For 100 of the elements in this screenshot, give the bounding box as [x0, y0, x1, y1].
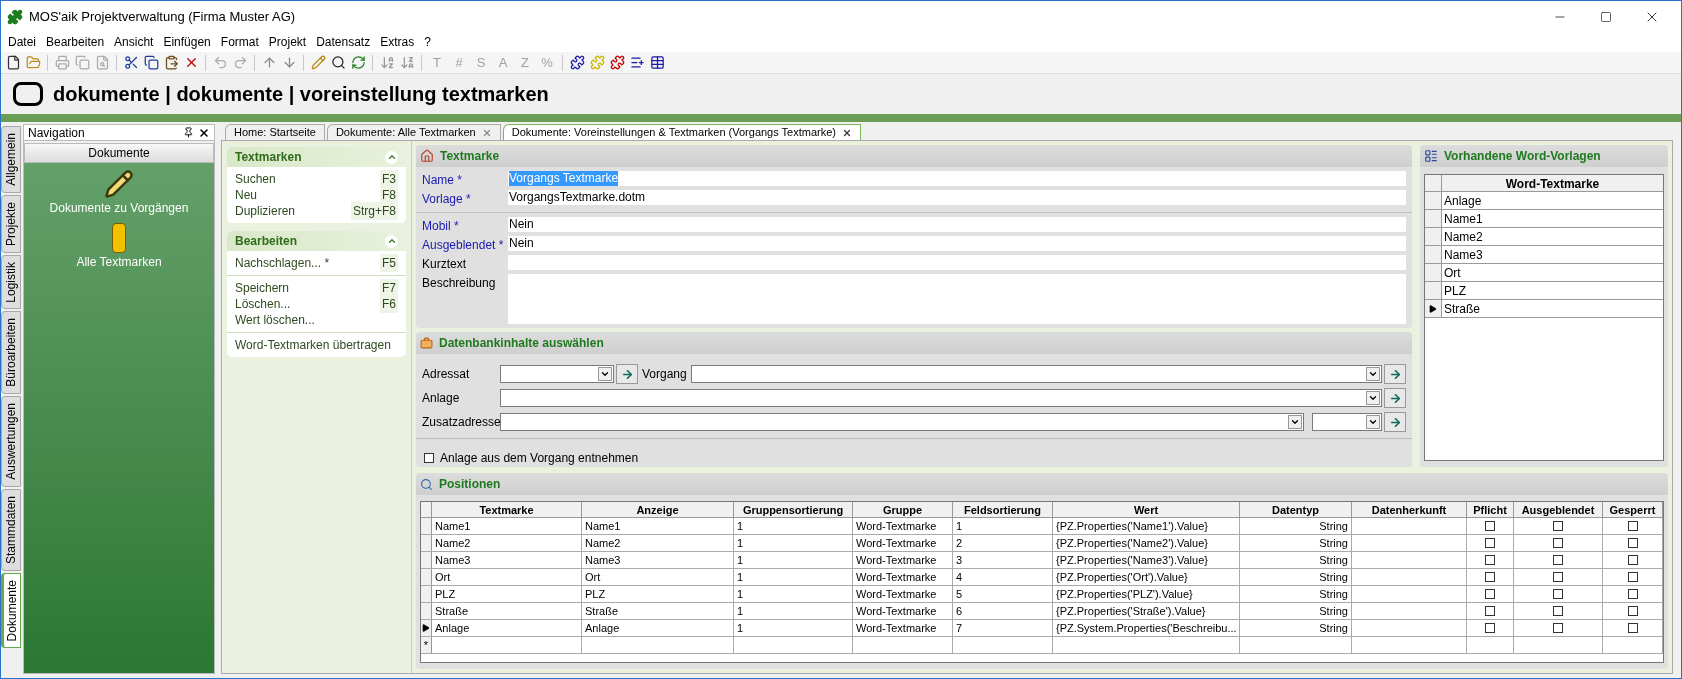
- dropdown-field[interactable]: [500, 389, 1382, 407]
- go-button[interactable]: [1384, 388, 1406, 408]
- table-cell: 1: [734, 535, 853, 551]
- task-link[interactable]: Word-Textmarken übertragen: [235, 336, 391, 354]
- checkbox[interactable]: [1485, 538, 1495, 548]
- table-cell: 7: [953, 620, 1053, 636]
- checkbox[interactable]: [1485, 572, 1495, 582]
- menu-item[interactable]: Projekt: [263, 33, 312, 51]
- field-label: Vorlage *: [422, 191, 472, 208]
- checkbox-label: Anlage aus dem Vorgang entnehmen: [440, 450, 639, 467]
- collapse-icon[interactable]: [385, 150, 398, 164]
- checkbox[interactable]: [1485, 589, 1495, 599]
- dropdown-field[interactable]: [500, 413, 1304, 431]
- table-cell: 5: [953, 586, 1053, 602]
- table-cell: 1: [734, 518, 853, 534]
- task-link[interactable]: Speichern: [235, 279, 290, 297]
- table-cell[interactable]: Name3: [1442, 246, 1485, 263]
- header-logo-icon: [13, 82, 43, 106]
- pencil-note-icon: [104, 169, 134, 199]
- side-tab[interactable]: Projekte: [1, 194, 21, 253]
- menu-item[interactable]: Datensatz: [311, 33, 376, 51]
- table-cell[interactable]: Name1: [1442, 210, 1485, 227]
- checkbox[interactable]: [1627, 589, 1638, 599]
- checkbox[interactable]: [1627, 623, 1638, 633]
- table-cell: Name2: [432, 535, 582, 551]
- table-cell: Word-Textmarke: [853, 586, 953, 602]
- checkbox[interactable]: [1553, 606, 1563, 616]
- checkbox[interactable]: [1485, 555, 1495, 565]
- briefcase-icon: [420, 336, 433, 350]
- text-field[interactable]: [508, 274, 1406, 324]
- text-field[interactable]: VorgangsTextmarke.dotm: [508, 190, 1406, 205]
- task-link[interactable]: Nachschlagen... *: [235, 254, 330, 272]
- close-icon[interactable]: [198, 126, 210, 139]
- house-icon: [420, 149, 434, 163]
- field-label: Ausgeblendet *: [422, 237, 505, 254]
- menu-item[interactable]: Format: [215, 33, 264, 51]
- table-cell[interactable]: PLZ: [1442, 282, 1468, 299]
- checkbox[interactable]: [1627, 521, 1638, 531]
- go-button[interactable]: [1384, 412, 1406, 432]
- checkbox[interactable]: [1627, 606, 1638, 616]
- table-cell[interactable]: Ort: [1442, 264, 1463, 281]
- checkbox[interactable]: [1553, 572, 1563, 582]
- menu-item[interactable]: Bearbeiten: [41, 33, 110, 51]
- column-header: Textmarke: [432, 502, 582, 517]
- checkbox[interactable]: [1627, 538, 1638, 548]
- task-link[interactable]: Neu: [235, 186, 257, 204]
- row-header[interactable]: [421, 620, 432, 636]
- checkbox[interactable]: [1485, 606, 1495, 616]
- task-link[interactable]: Duplizieren: [235, 202, 296, 220]
- dropdown-field[interactable]: [690, 365, 1382, 383]
- side-tab[interactable]: Büroarbeiten: [1, 311, 21, 395]
- column-header: Pflicht: [1467, 502, 1514, 517]
- arrow-right-icon: [1388, 415, 1402, 429]
- caret-icon: [1366, 415, 1380, 429]
- side-tab[interactable]: Dokumente: [1, 572, 21, 649]
- menu-item[interactable]: Datei: [3, 33, 41, 51]
- checkbox[interactable]: [424, 453, 434, 463]
- go-button[interactable]: [1384, 364, 1406, 384]
- task-link[interactable]: Löschen...: [235, 295, 291, 313]
- side-tab[interactable]: Logistik: [1, 254, 21, 310]
- dropdown-field[interactable]: [1312, 413, 1382, 431]
- document-tab[interactable]: Dokumente: Voreinstellungen & Textmarken (Vorgangs Textmarke): [502, 124, 861, 140]
- shortcut-label: Strg+F8: [350, 202, 398, 220]
- table-cell[interactable]: Anlage: [1442, 192, 1484, 209]
- group-header[interactable]: Dokumente: [24, 143, 214, 163]
- close-icon[interactable]: [842, 127, 852, 138]
- text-field[interactable]: Nein: [508, 236, 1406, 251]
- text-field[interactable]: Nein: [508, 217, 1406, 232]
- menu-item[interactable]: Ansicht: [109, 33, 159, 51]
- checkbox[interactable]: [1553, 538, 1563, 548]
- checkbox[interactable]: [1553, 623, 1563, 633]
- pin-icon[interactable]: [183, 127, 194, 138]
- field-label: Name *: [422, 172, 463, 189]
- text-field[interactable]: [508, 255, 1406, 270]
- checkbox[interactable]: [1485, 623, 1495, 633]
- table-cell[interactable]: Straße: [1442, 300, 1482, 317]
- checkbox[interactable]: [1553, 589, 1563, 599]
- checkbox[interactable]: [1627, 572, 1638, 582]
- checkbox[interactable]: [1553, 555, 1563, 565]
- checkbox[interactable]: [1485, 521, 1495, 531]
- go-button[interactable]: [616, 364, 638, 384]
- side-tab[interactable]: Stammdaten: [1, 488, 21, 571]
- menu-item[interactable]: Einfügen: [158, 33, 216, 51]
- document-tab[interactable]: Home: Startseite: [225, 124, 325, 140]
- table-cell: Anlage: [432, 620, 582, 636]
- side-tab[interactable]: Allgemein: [1, 126, 21, 193]
- task-link[interactable]: Wert löschen...: [235, 311, 315, 329]
- table-cell: 4: [953, 569, 1053, 585]
- menu-item[interactable]: ?: [419, 33, 436, 51]
- checkbox[interactable]: [1627, 555, 1638, 565]
- side-tab[interactable]: Auswertungen: [1, 396, 21, 487]
- document-tab[interactable]: Dokumente: Alle Textmarken: [326, 124, 501, 140]
- collapse-icon[interactable]: [385, 234, 398, 248]
- checkbox[interactable]: [1553, 521, 1563, 531]
- table-cell[interactable]: Name2: [1442, 228, 1485, 245]
- table-cell: Word-Textmarke: [853, 603, 953, 619]
- task-link[interactable]: Suchen: [235, 170, 276, 188]
- menu-item[interactable]: Extras: [375, 33, 420, 51]
- dropdown-field[interactable]: [500, 365, 614, 383]
- row-header[interactable]: [1425, 300, 1442, 317]
